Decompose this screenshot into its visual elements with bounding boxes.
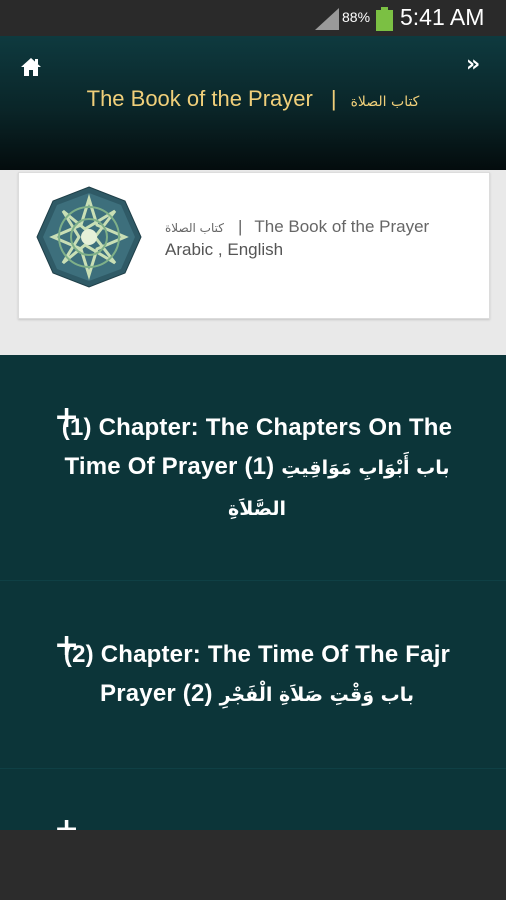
home-icon[interactable] xyxy=(20,57,42,77)
status-time: 5:41 AM xyxy=(400,4,485,30)
chapter-item[interactable]: + xyxy=(0,769,506,831)
book-languages: Arabic , English xyxy=(165,240,284,259)
chapter-item[interactable]: + (2) Chapter: The Time Of The Fajr Pray… xyxy=(0,581,506,769)
title-separator: | xyxy=(330,86,337,111)
title-english: The Book of the Prayer xyxy=(86,86,313,111)
chapter-item[interactable]: + (1) Chapter: The Chapters On The Time … xyxy=(0,355,506,581)
chapter-title-arabic: باب وَقْتِ صَلاَةِ الْفَجْرِ xyxy=(219,684,415,706)
expand-plus-icon[interactable]: + xyxy=(54,815,79,831)
battery-icon xyxy=(376,7,393,31)
status-bar: 88% 5:41 AM xyxy=(0,0,506,36)
book-info-card[interactable]: كتاب الصلاة | The Book of the Prayer Arabi… xyxy=(18,172,490,319)
page-title: The Book of the Prayer | كتاب الصلاة xyxy=(0,86,506,112)
chapter-title: (1) Chapter: The Chapters On The Time Of… xyxy=(52,408,462,529)
islamic-star-pattern-logo xyxy=(35,185,143,289)
double-chevron-right-icon[interactable]: » xyxy=(466,52,480,77)
book-title-english: The Book of the Prayer xyxy=(254,217,430,236)
signal-icon xyxy=(315,8,339,30)
app-header: » The Book of the Prayer | كتاب الصلاة xyxy=(0,36,506,170)
system-nav-bar xyxy=(0,830,506,900)
battery-percent: 88% xyxy=(342,9,371,25)
chapter-title: (2) Chapter: The Time Of The Fajr Prayer… xyxy=(52,635,462,715)
book-title-separator: | xyxy=(237,217,243,236)
book-title-arabic: كتاب الصلاة xyxy=(165,221,224,235)
title-arabic: كتاب الصلاة xyxy=(350,94,420,110)
book-title: كتاب الصلاة | The Book of the Prayer xyxy=(165,217,429,237)
chapter-list: + (1) Chapter: The Chapters On The Time … xyxy=(0,355,506,830)
